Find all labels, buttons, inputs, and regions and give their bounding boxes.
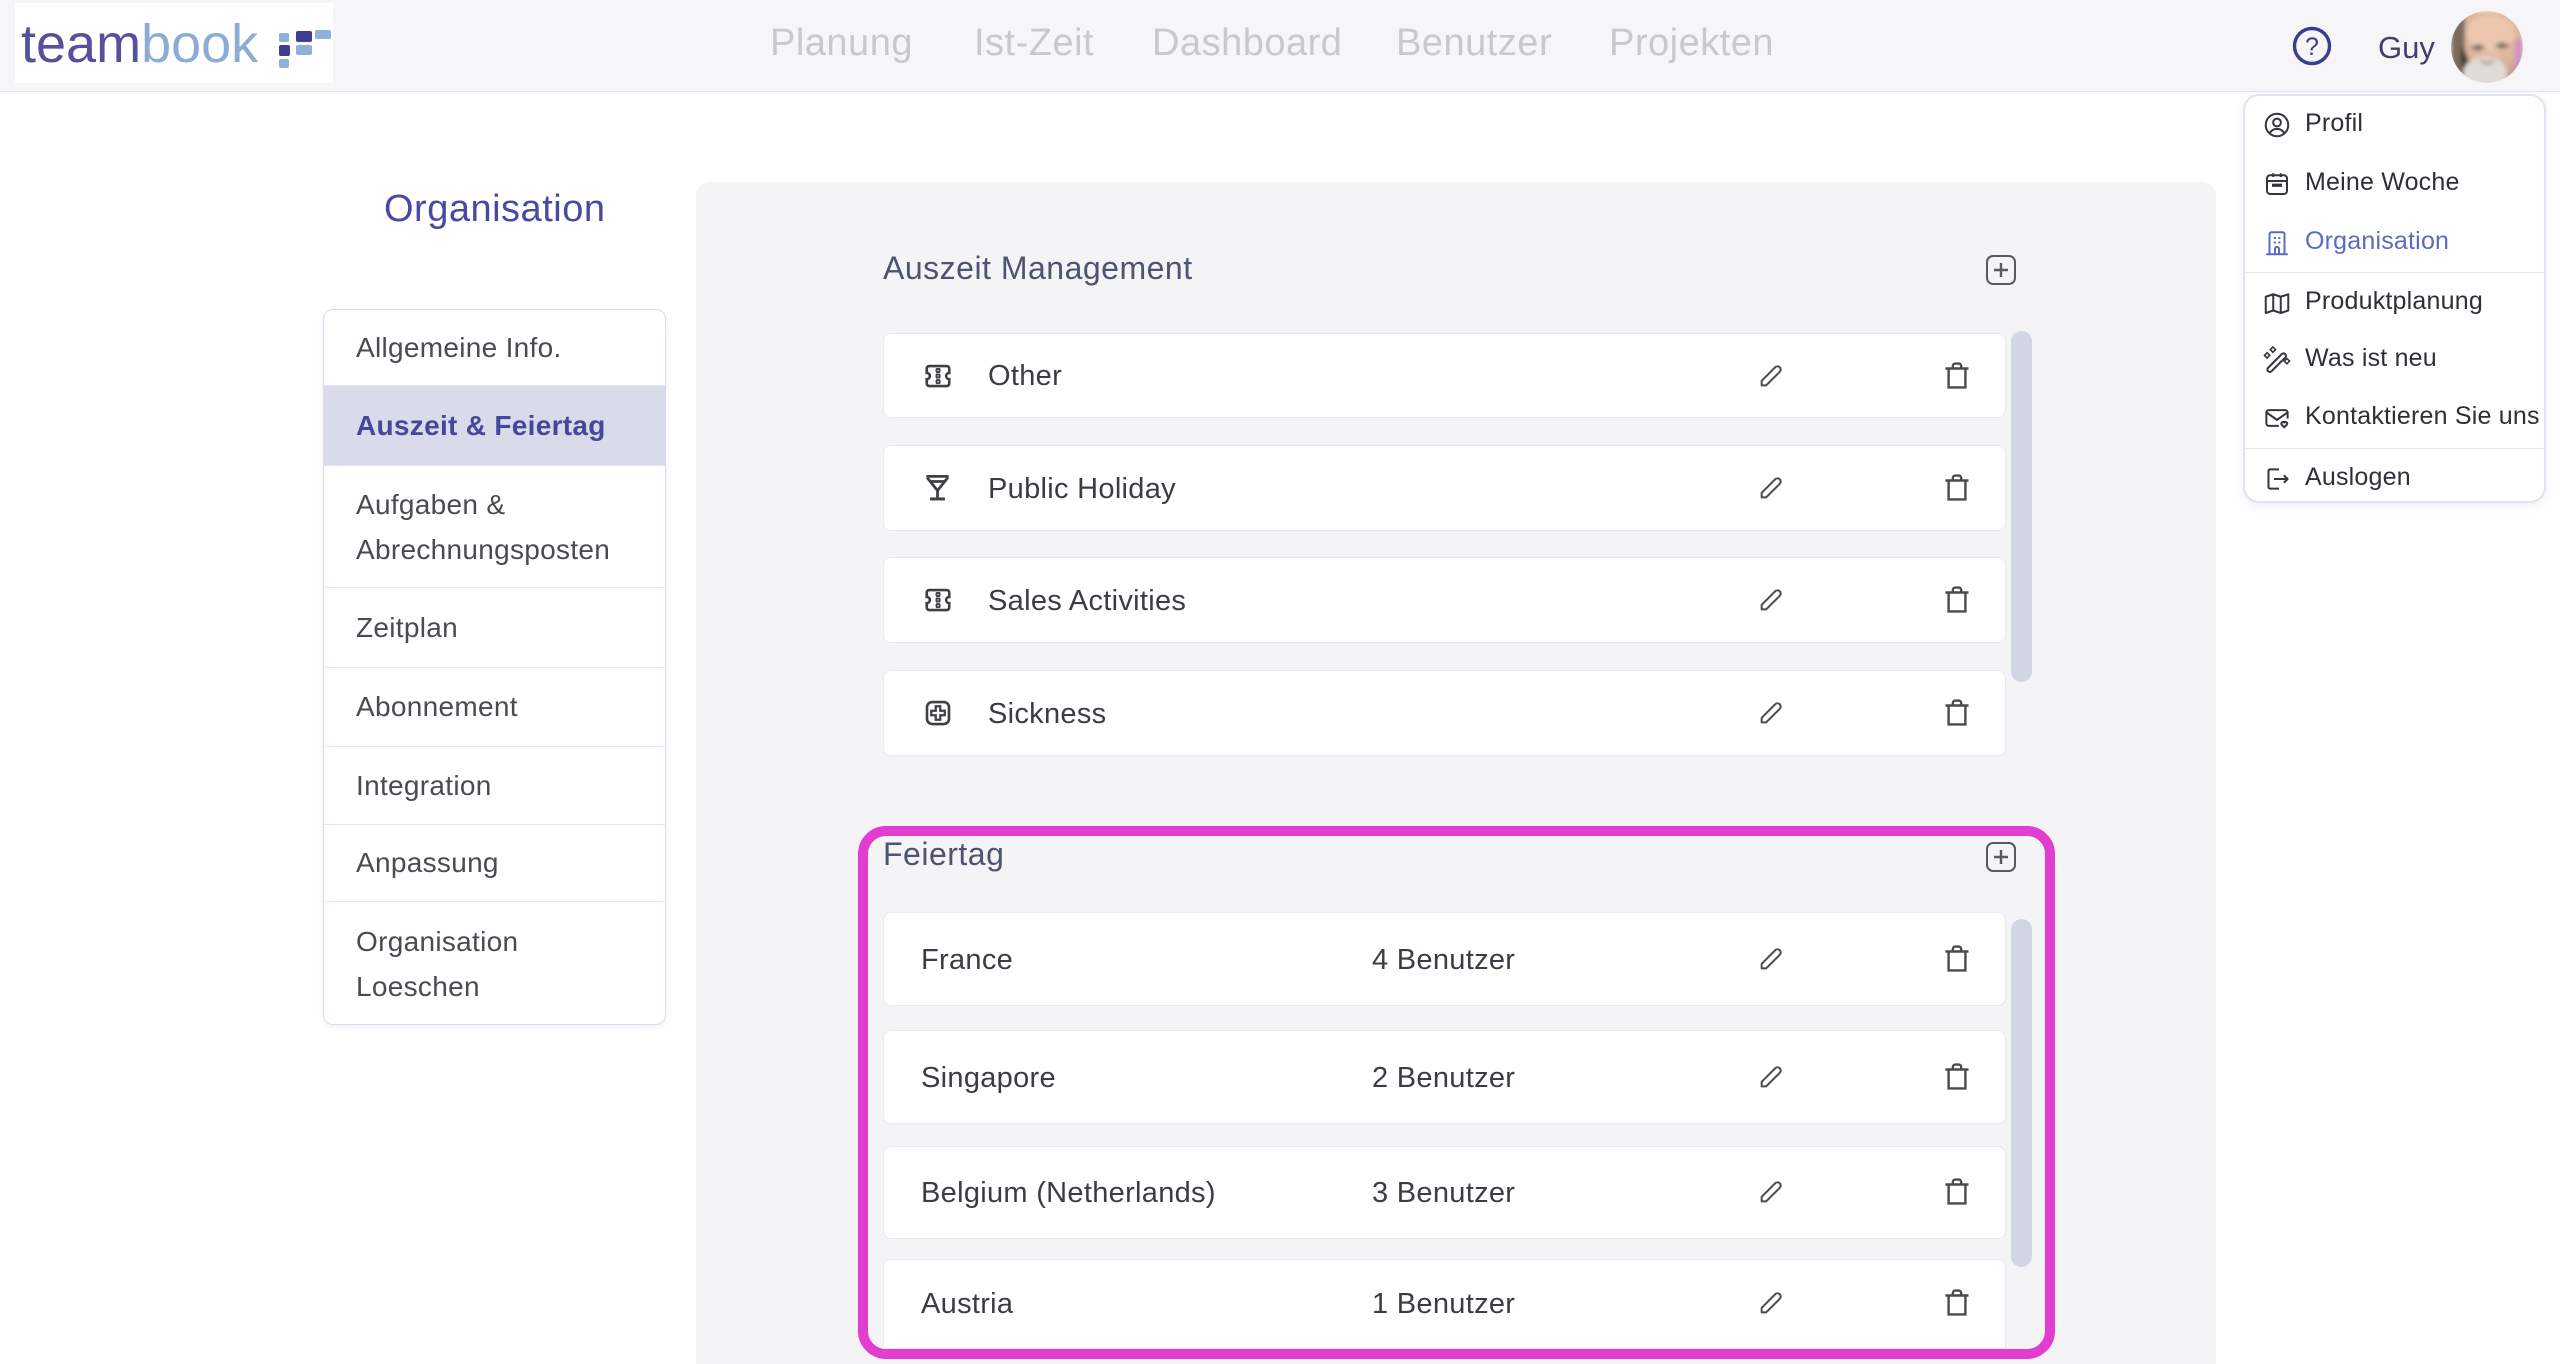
svg-text:?: ? <box>2305 33 2319 61</box>
